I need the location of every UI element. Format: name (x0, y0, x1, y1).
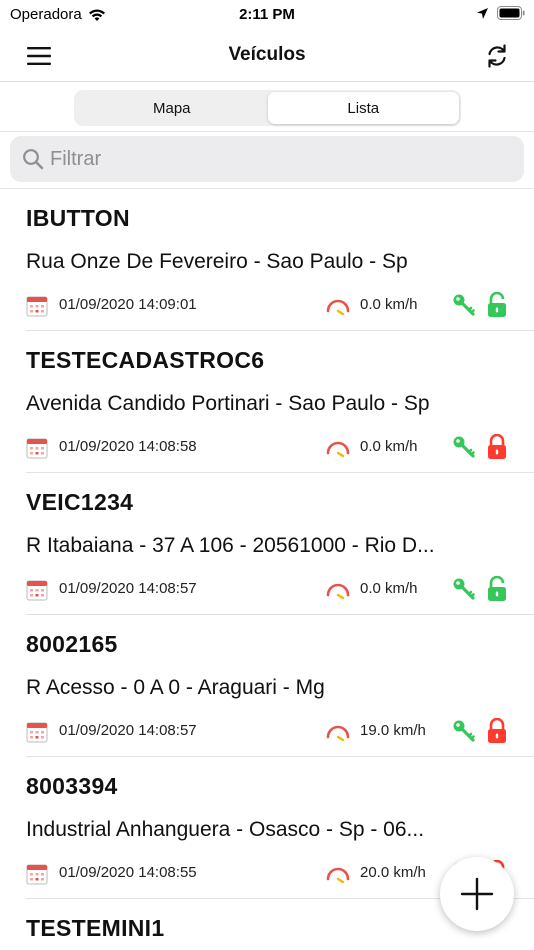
vehicle-row[interactable]: 8002165 R Acesso - 0 A 0 - Araguari - Mg… (26, 615, 534, 757)
vehicle-row[interactable]: TESTECADASTROC6 Avenida Candido Portinar… (26, 331, 534, 473)
key-icon (453, 578, 475, 600)
vehicle-plate: IBUTTON (26, 205, 130, 231)
vehicle-list: IBUTTON Rua Onze De Fevereiro - Sao Paul… (0, 188, 534, 941)
calendar-icon (26, 864, 48, 885)
refresh-button[interactable] (482, 41, 512, 71)
calendar-icon (26, 438, 48, 459)
lock-icon (488, 292, 506, 317)
vehicle-speed: 20.0 km/h (360, 864, 426, 881)
search-input[interactable] (50, 147, 490, 171)
refresh-icon (488, 44, 506, 68)
vehicle-datetime: 01/09/2020 14:08:57 (59, 580, 197, 597)
status-bar: Operadora 2:11 PM (0, 0, 534, 30)
lock-icon (488, 576, 506, 601)
battery-icon (497, 6, 525, 20)
vehicle-datetime: 01/09/2020 14:09:01 (59, 296, 197, 313)
key-icon (453, 436, 475, 458)
segment-list[interactable]: Lista (267, 92, 459, 124)
vehicle-datetime: 01/09/2020 14:08:55 (59, 864, 197, 881)
vehicle-address: R Acesso - 0 A 0 - Araguari - Mg (26, 676, 325, 699)
vehicle-speed: 0.0 km/h (360, 580, 418, 597)
plus-icon (460, 877, 494, 911)
vehicle-address: Avenida Candido Portinari - Sao Paulo - … (26, 392, 430, 415)
vehicle-row[interactable]: VEIC1234 R Itabaiana - 37 A 106 - 205610… (26, 473, 534, 615)
search-icon (23, 149, 44, 170)
vehicle-datetime: 01/09/2020 14:08:57 (59, 722, 197, 739)
calendar-icon (26, 296, 48, 317)
segmented-control: Mapa Lista (74, 90, 461, 126)
segmented-control-bar: Mapa Lista (0, 82, 534, 132)
navigation-bar: Veículos (0, 30, 534, 82)
add-vehicle-button[interactable] (440, 857, 514, 931)
lock-icon (488, 434, 506, 459)
key-icon (453, 720, 475, 742)
calendar-icon (26, 722, 48, 743)
vehicle-row[interactable]: IBUTTON Rua Onze De Fevereiro - Sao Paul… (26, 189, 534, 331)
status-right (476, 6, 525, 20)
vehicle-address: R Itabaiana - 37 A 106 - 20561000 - Rio … (26, 534, 435, 557)
vehicle-speed: 0.0 km/h (360, 438, 418, 455)
speedometer-icon (326, 299, 350, 316)
location-arrow-icon (477, 7, 488, 19)
search-bar[interactable] (10, 136, 524, 182)
vehicle-plate: 8002165 (26, 631, 118, 657)
vehicle-plate: TESTECADASTROC6 (26, 347, 265, 373)
vehicle-speed: 19.0 km/h (360, 722, 426, 739)
vehicle-speed: 0.0 km/h (360, 296, 418, 313)
segment-map[interactable]: Mapa (76, 92, 268, 124)
vehicle-plate: TESTEMINI1 (26, 915, 165, 941)
vehicle-plate: 8003394 (26, 773, 118, 799)
vehicle-address: Industrial Anhanguera - Osasco - Sp - 06… (26, 818, 425, 841)
vehicle-datetime: 01/09/2020 14:08:58 (59, 438, 197, 455)
speedometer-icon (326, 583, 350, 600)
key-icon (453, 294, 475, 316)
page-title: Veículos (228, 44, 306, 65)
speedometer-icon (326, 441, 350, 458)
speedometer-icon (326, 725, 350, 742)
calendar-icon (26, 580, 48, 601)
vehicle-address: Rua Onze De Fevereiro - Sao Paulo - Sp (26, 250, 408, 273)
speedometer-icon (326, 867, 350, 884)
status-time: 2:11 PM (239, 6, 295, 23)
vehicle-plate: VEIC1234 (26, 489, 134, 515)
lock-icon (488, 718, 506, 743)
